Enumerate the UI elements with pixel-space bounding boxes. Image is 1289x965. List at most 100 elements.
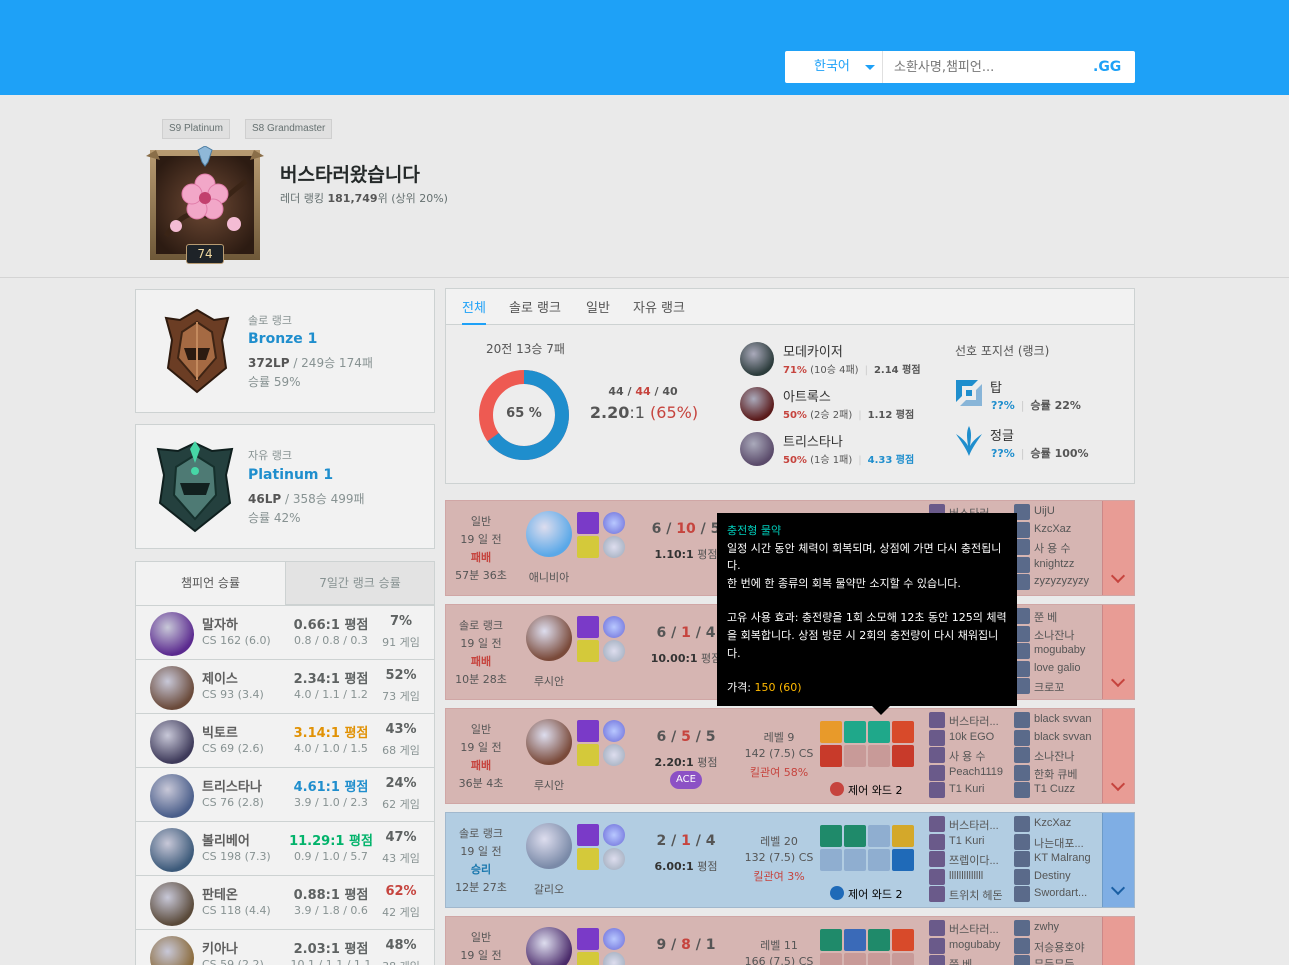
champion-icon[interactable]: [150, 828, 194, 872]
player-champion-icon[interactable]: [929, 747, 945, 763]
player-name[interactable]: 저승용호야: [1034, 939, 1085, 955]
champion-name[interactable]: 말자하: [202, 614, 238, 633]
champion-name[interactable]: 트리스타나: [783, 431, 843, 450]
item-icon[interactable]: [820, 849, 842, 871]
player-name[interactable]: mogubaby: [949, 939, 1000, 951]
tab-flex[interactable]: 자유 랭크: [633, 297, 685, 316]
expand-button[interactable]: [1102, 605, 1134, 699]
tab-champion-winrate[interactable]: 챔피언 승률: [136, 562, 285, 605]
player-champion-icon[interactable]: [929, 920, 945, 936]
player-champion-icon[interactable]: [929, 729, 945, 746]
player-name[interactable]: T1 Kuri: [949, 835, 984, 847]
champion-icon[interactable]: [526, 823, 572, 869]
tab-solo[interactable]: 솔로 랭크: [509, 297, 561, 316]
tab-normal[interactable]: 일반: [586, 297, 610, 316]
player-name[interactable]: KzcXaz: [1034, 817, 1071, 829]
player-name[interactable]: 크로꼬: [1034, 679, 1064, 695]
rune-icon[interactable]: [603, 616, 625, 638]
rune-icon[interactable]: [603, 744, 625, 766]
champion-icon[interactable]: [150, 774, 194, 818]
player-name[interactable]: KzcXaz: [1034, 523, 1071, 535]
champion-icon[interactable]: [150, 720, 194, 764]
player-champion-icon[interactable]: [1014, 937, 1030, 954]
player-name[interactable]: zyzyzyzyzy: [1034, 575, 1089, 587]
player-name[interactable]: love galio: [1034, 662, 1080, 674]
tab-7day-winrate[interactable]: 7일간 랭크 승률: [285, 562, 434, 605]
match-row[interactable]: 솔로 랭크 19 일 전 승리 12분 27초 갈리오 2 / 1 / 4 6.00:1 평…: [445, 812, 1135, 908]
item-icon[interactable]: [844, 849, 866, 871]
match-row[interactable]: 일반 19 일 전 9 / 8 / 1 레벨 11 166 (7.5) CS 버스타러..…: [445, 916, 1135, 965]
summoner-spell-icon[interactable]: [577, 952, 599, 965]
player-name[interactable]: Destiny: [1034, 870, 1071, 882]
champion-name[interactable]: 트리스타나: [202, 776, 262, 795]
champion-icon[interactable]: [526, 719, 572, 765]
player-champion-icon[interactable]: [929, 886, 945, 902]
expand-button[interactable]: [1102, 709, 1134, 803]
player-name[interactable]: 쭌 베: [949, 956, 972, 965]
champion-name[interactable]: 아트록스: [783, 386, 831, 405]
summoner-spell-icon[interactable]: [577, 616, 599, 638]
item-icon[interactable]: [820, 929, 842, 951]
player-name[interactable]: 무등무등: [1034, 956, 1074, 965]
item-icon[interactable]: [868, 745, 890, 767]
player-name[interactable]: UijU: [1034, 505, 1055, 517]
player-name[interactable]: 사 용 수: [949, 748, 985, 764]
rune-icon[interactable]: [603, 536, 625, 558]
player-name[interactable]: knightzz: [1034, 558, 1074, 570]
champion-icon[interactable]: [150, 936, 194, 965]
summoner-spell-icon[interactable]: [577, 512, 599, 534]
summoner-spell-icon[interactable]: [577, 744, 599, 766]
player-champion-icon[interactable]: [929, 816, 945, 832]
expand-button[interactable]: [1102, 917, 1134, 965]
champion-name[interactable]: 볼리베어: [202, 830, 250, 849]
champion-name[interactable]: 키아나: [202, 938, 238, 957]
summoner-spell-icon[interactable]: [577, 824, 599, 846]
player-name[interactable]: mogubaby: [1034, 644, 1085, 656]
champion-row[interactable]: 키아나 CS 59 (2.2) 2.03:1 평점 10.1 / 1.1 / 1.1 4…: [136, 929, 434, 965]
player-name[interactable]: 나는대포...: [1034, 835, 1084, 851]
champion-icon[interactable]: [150, 882, 194, 926]
player-name[interactable]: 소나잔나: [1034, 748, 1074, 764]
item-icon[interactable]: [868, 953, 890, 965]
search-button[interactable]: .GG: [1093, 51, 1121, 83]
language-select[interactable]: 한국어: [785, 51, 883, 83]
player-champion-icon[interactable]: [1014, 920, 1030, 936]
champion-row[interactable]: 판테온 CS 118 (4.4) 0.88:1 평점 3.9 / 1.8 / 0.6 6…: [136, 875, 434, 929]
champion-icon[interactable]: [150, 666, 194, 710]
player-name[interactable]: 사 용 수: [1034, 540, 1070, 556]
player-champion-icon[interactable]: [1014, 955, 1030, 965]
champion-icon[interactable]: [526, 927, 572, 965]
player-name[interactable]: 트위치 헤돈: [949, 887, 1003, 903]
item-icon[interactable]: [892, 929, 914, 951]
rune-icon[interactable]: [603, 512, 625, 534]
player-champion-icon[interactable]: [1014, 764, 1030, 781]
player-name[interactable]: Swordart...: [1034, 887, 1087, 899]
champion-name[interactable]: 모데카이저: [783, 341, 843, 360]
item-icon[interactable]: [868, 721, 890, 743]
player-champion-icon[interactable]: [929, 833, 945, 850]
item-icon[interactable]: [844, 825, 866, 847]
rune-icon[interactable]: [603, 848, 625, 870]
item-icon[interactable]: [868, 849, 890, 871]
player-champion-icon[interactable]: [929, 851, 945, 867]
champion-name[interactable]: 제이스: [202, 668, 238, 687]
player-champion-icon[interactable]: [929, 712, 945, 728]
player-name[interactable]: T1 Kuri: [949, 783, 984, 795]
item-icon[interactable]: [820, 745, 842, 767]
champion-icon[interactable]: [150, 612, 194, 656]
item-icon[interactable]: [844, 953, 866, 965]
champion-row[interactable]: 볼리베어 CS 198 (7.3) 11.29:1 평점 0.9 / 1.0 / 5.…: [136, 821, 434, 875]
item-icon[interactable]: [820, 953, 842, 965]
player-champion-icon[interactable]: [1014, 816, 1030, 832]
champion-row[interactable]: 제이스 CS 93 (3.4) 2.34:1 평점 4.0 / 1.1 / 1.2 52…: [136, 659, 434, 713]
player-champion-icon[interactable]: [1014, 851, 1030, 867]
champion-row[interactable]: 말자하 CS 162 (6.0) 0.66:1 평점 0.8 / 0.8 / 0.3 7…: [136, 605, 434, 659]
tab-all[interactable]: 전체: [462, 297, 486, 325]
player-name[interactable]: 10k EGO: [949, 731, 994, 743]
player-name[interactable]: 쭌 베: [1034, 609, 1057, 625]
player-champion-icon[interactable]: [1014, 747, 1030, 763]
player-champion-icon[interactable]: [1014, 712, 1030, 728]
player-name[interactable]: 버스타러...: [949, 817, 999, 833]
champion-row[interactable]: 빅토르 CS 69 (2.6) 3.14:1 평점 4.0 / 1.0 / 1.5 43…: [136, 713, 434, 767]
summoner-spell-icon[interactable]: [577, 848, 599, 870]
